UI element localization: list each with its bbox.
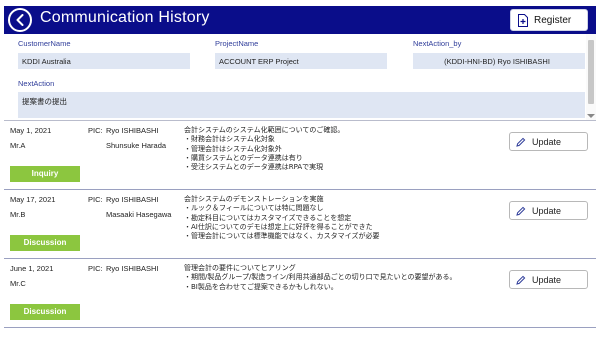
register-label: Register — [534, 14, 572, 26]
scroll-down-arrow-icon[interactable] — [587, 114, 595, 118]
next-action-by-field[interactable]: (KDDI-HNI-BD) Ryo ISHIBASHI — [413, 53, 585, 69]
customer-name-field[interactable]: KDDI Australia — [18, 53, 190, 69]
pic-secondary: Masaaki Hasegawa — [106, 210, 172, 219]
category-badge: Discussion — [10, 235, 80, 251]
note-line: 会計システムのシステム化範囲についてのご確認。 — [184, 126, 345, 134]
project-name-label: ProjectName — [215, 39, 259, 48]
scrollbar-thumb[interactable] — [588, 40, 594, 104]
note-line: 管理会計の要件についてヒアリング — [184, 264, 296, 272]
history-contact: Mr.C — [10, 279, 26, 288]
pencil-icon — [516, 275, 526, 285]
note-line: ・購買システムとのデータ連携は有り — [184, 153, 303, 162]
add-document-icon — [518, 13, 528, 27]
back-button[interactable] — [8, 8, 32, 32]
note-line: 会計システムのデモンストレーションを実施 — [184, 195, 324, 203]
chevron-left-icon — [16, 14, 24, 26]
history-row[interactable]: May 17, 2021 Mr.B PIC: Ryo ISHIBASHI Mas… — [4, 190, 596, 259]
history-contact: Mr.A — [10, 141, 26, 150]
history-row[interactable]: May 1, 2021 Mr.A PIC: Ryo ISHIBASHI Shun… — [4, 121, 596, 190]
communication-history-screen: Communication History Register CustomerN… — [0, 0, 600, 337]
note-line: ・ルック＆フィールについては特に問題なし — [184, 204, 324, 213]
category-badge: Discussion — [10, 304, 80, 320]
note-line: ・AI仕訳についてのデモは想定上に好評を得ることができた — [184, 222, 373, 231]
update-button[interactable]: Update — [509, 132, 588, 151]
next-action-label: NextAction — [18, 79, 55, 88]
history-list: May 1, 2021 Mr.A PIC: Ryo ISHIBASHI Shun… — [4, 121, 596, 337]
note-line: ・管理会計については標準機能ではなく、カスタマイズが必要 — [184, 232, 380, 241]
page-title: Communication History — [40, 9, 210, 26]
history-row[interactable]: June 1, 2021 Mr.C PIC: Ryo ISHIBASHI 管理会… — [4, 259, 596, 328]
pic-primary: Ryo ISHIBASHI — [106, 264, 159, 273]
pic-label: PIC: — [88, 126, 103, 135]
pencil-icon — [516, 206, 526, 216]
update-label: Update — [532, 274, 562, 285]
customer-name-label: CustomerName — [18, 39, 71, 48]
pic-label: PIC: — [88, 195, 103, 204]
pencil-icon — [516, 137, 526, 147]
category-badge: Inquiry — [10, 166, 80, 182]
note-line: ・勘定科目についてはカスタマイズできることを想定 — [184, 213, 352, 222]
history-date: May 17, 2021 — [10, 195, 56, 204]
register-button[interactable]: Register — [510, 9, 588, 31]
next-action-by-label: NextAction_by — [413, 39, 462, 48]
project-detail-form: CustomerName KDDI Australia ProjectName … — [4, 34, 586, 120]
history-notes: 会計システムのデモンストレーションを実施 ・ルック＆フィールについては特に問題な… — [184, 195, 504, 241]
form-scrollbar[interactable] — [586, 34, 596, 120]
header-bar: Communication History Register — [4, 6, 596, 34]
pic-primary: Ryo ISHIBASHI — [106, 126, 159, 135]
project-name-field[interactable]: ACCOUNT ERP Project — [215, 53, 387, 69]
next-action-field[interactable]: 提案書の提出 — [18, 92, 585, 118]
note-line: ・管理会計はシステム化対象外 — [184, 144, 282, 153]
note-line: ・期間/製品グループ/製造ライン/利用共通部品ごとの切り口で見たいとの要望がある… — [184, 273, 457, 282]
update-button[interactable]: Update — [509, 270, 588, 289]
note-line: ・財務会計はシステム化対象 — [184, 135, 275, 144]
note-line: ・受注システムとのデータ連携はRPAで実現 — [184, 163, 324, 172]
pic-label: PIC: — [88, 264, 103, 273]
pic-secondary: Shunsuke Harada — [106, 141, 167, 150]
history-date: May 1, 2021 — [10, 126, 52, 135]
update-label: Update — [532, 205, 562, 216]
update-label: Update — [532, 136, 562, 147]
history-contact: Mr.B — [10, 210, 26, 219]
history-date: June 1, 2021 — [10, 264, 54, 273]
note-line: ・BI製品を合わせてご提案できるかもしれない。 — [184, 282, 338, 291]
update-button[interactable]: Update — [509, 201, 588, 220]
history-notes: 会計システムのシステム化範囲についてのご確認。 ・財務会計はシステム化対象 ・管… — [184, 126, 504, 172]
history-notes: 管理会計の要件についてヒアリング ・期間/製品グループ/製造ライン/利用共通部品… — [184, 264, 504, 292]
pic-primary: Ryo ISHIBASHI — [106, 195, 159, 204]
